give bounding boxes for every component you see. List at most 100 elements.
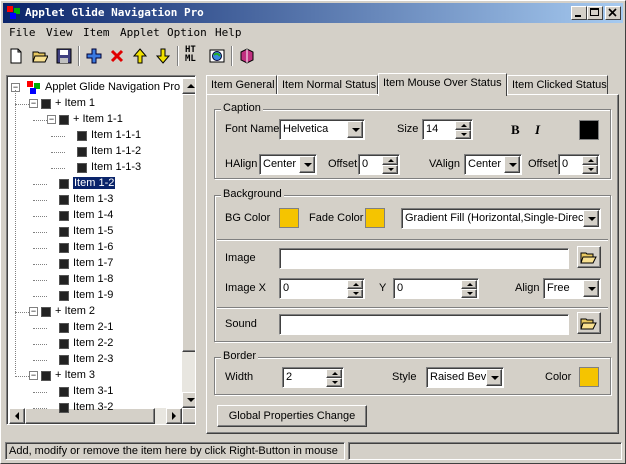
align-select[interactable]: Free [543, 278, 601, 299]
spin-up-button[interactable] [455, 121, 471, 130]
tree-item[interactable]: Item 3-2 [7, 400, 182, 416]
item-node-icon [77, 131, 87, 141]
tab-item-general[interactable]: Item General [206, 75, 277, 95]
size-spinner[interactable]: 14 [422, 119, 473, 140]
browse-sound-button[interactable] [577, 312, 601, 334]
spin-up-button[interactable] [582, 156, 598, 165]
item-node-icon [41, 307, 51, 317]
tree-item[interactable]: − + Item 3 [7, 368, 182, 384]
menu-option[interactable]: Option [167, 26, 207, 39]
collapse-icon[interactable]: − [29, 99, 38, 108]
border-style-dropdown-button[interactable] [486, 369, 502, 386]
spin-up-button[interactable] [347, 280, 363, 289]
scroll-down-button[interactable] [182, 392, 195, 408]
scroll-thumb[interactable] [182, 94, 195, 352]
halign-select[interactable]: Center [259, 154, 317, 175]
collapse-icon[interactable]: − [29, 371, 38, 380]
tree-item[interactable]: Item 1-4 [7, 208, 182, 224]
save-button[interactable] [53, 45, 75, 67]
align-dropdown-button[interactable] [583, 280, 599, 297]
image-path-input[interactable] [279, 248, 569, 269]
border-width-spinner[interactable]: 2 [282, 367, 344, 388]
move-down-button[interactable] [152, 45, 174, 67]
tree-item[interactable]: Item 1-8 [7, 272, 182, 288]
font-name-dropdown-button[interactable] [347, 121, 363, 138]
valign-dropdown-button[interactable] [504, 156, 520, 173]
menu-item[interactable]: Item [83, 26, 110, 39]
minimize-button[interactable] [571, 6, 587, 20]
font-name-select[interactable]: Helvetica [279, 119, 365, 140]
tree-item[interactable]: Item 1-7 [7, 256, 182, 272]
menu-applet[interactable]: Applet [120, 26, 160, 39]
open-button[interactable] [29, 45, 51, 67]
chevron-down-icon [352, 128, 360, 132]
tree-item[interactable]: − + Item 1 [7, 96, 182, 112]
tree-item[interactable]: Item 1-6 [7, 240, 182, 256]
tree-root[interactable]: − Applet Glide Navigation Pro [7, 80, 182, 96]
border-color-swatch[interactable] [579, 367, 599, 387]
menu-help[interactable]: Help [215, 26, 242, 39]
image-y-spinner[interactable]: 0 [393, 278, 479, 299]
tree-vertical-scrollbar[interactable] [182, 78, 195, 408]
maximize-button[interactable] [587, 6, 603, 20]
tab-item-clicked-status[interactable]: Item Clicked Status [507, 75, 608, 95]
browse-image-button[interactable] [577, 246, 601, 268]
tree-item[interactable]: Item 1-1-1 [7, 128, 182, 144]
item-tree[interactable]: − Applet Glide Navigation Pro − + Item 1− + … [6, 75, 196, 425]
valign-select[interactable]: Center [464, 154, 522, 175]
tree-item[interactable]: − + Item 2 [7, 304, 182, 320]
halign-dropdown-button[interactable] [299, 156, 315, 173]
menu-file[interactable]: File [9, 26, 36, 39]
spin-down-button[interactable] [461, 289, 477, 298]
fill-type-dropdown-button[interactable] [583, 210, 599, 227]
tree-item[interactable]: Item 2-3 [7, 352, 182, 368]
spin-up-button[interactable] [326, 369, 342, 378]
tree-item[interactable]: Item 1-1-2 [7, 144, 182, 160]
help-button[interactable] [236, 45, 258, 67]
spin-up-button[interactable] [461, 280, 477, 289]
tree-item[interactable]: Item 1-9 [7, 288, 182, 304]
fill-type-select[interactable]: Gradient Fill (Horizontal,Single-Directi… [401, 208, 601, 229]
bg-color-swatch[interactable] [279, 208, 299, 228]
open-folder-icon [580, 318, 597, 330]
menu-view[interactable]: View [46, 26, 73, 39]
tree-item[interactable]: − + Item 1-1 [7, 112, 182, 128]
spin-down-button[interactable] [326, 378, 342, 387]
close-button[interactable] [605, 6, 621, 20]
bold-toggle[interactable]: B [511, 122, 520, 138]
spin-down-button[interactable] [455, 130, 471, 139]
offset-h-spinner[interactable]: 0 [358, 154, 400, 175]
spin-down-button[interactable] [582, 165, 598, 174]
global-properties-change-button[interactable]: Global Properties Change [217, 405, 367, 427]
tree-item[interactable]: Item 1-3 [7, 192, 182, 208]
tab-item-mouse-over-status[interactable]: Item Mouse Over Status [378, 73, 507, 96]
tree-item[interactable]: Item 2-2 [7, 336, 182, 352]
border-style-select[interactable]: Raised Bev [426, 367, 504, 388]
preview-button[interactable] [206, 45, 228, 67]
spin-up-button[interactable] [382, 156, 398, 165]
spin-down-button[interactable] [347, 289, 363, 298]
halign-label: HAlign [225, 158, 258, 170]
image-x-spinner[interactable]: 0 [279, 278, 365, 299]
offset-v-spinner[interactable]: 0 [558, 154, 600, 175]
tree-item[interactable]: Item 3-1 [7, 384, 182, 400]
tree-item[interactable]: Item 1-1-3 [7, 160, 182, 176]
spin-down-button[interactable] [382, 165, 398, 174]
tab-item-normal-status[interactable]: Item Normal Status [277, 75, 378, 95]
caption-color-swatch[interactable] [579, 120, 599, 140]
collapse-icon[interactable]: − [47, 115, 56, 124]
tree-item[interactable]: Item 2-1 [7, 320, 182, 336]
sound-path-input[interactable] [279, 314, 569, 335]
html-button[interactable]: HT ML [182, 45, 204, 67]
add-item-button[interactable] [83, 45, 105, 67]
collapse-icon[interactable]: − [29, 307, 38, 316]
new-button[interactable] [5, 45, 27, 67]
fade-color-swatch[interactable] [365, 208, 385, 228]
delete-item-button[interactable] [106, 45, 128, 67]
tree-item[interactable]: Item 1-5 [7, 224, 182, 240]
move-up-button[interactable] [129, 45, 151, 67]
scroll-up-button[interactable] [182, 78, 195, 94]
title-bar[interactable]: Applet Glide Navigation Pro [3, 3, 623, 23]
tree-item[interactable]: Item 1-2 [7, 176, 182, 192]
italic-toggle[interactable]: I [535, 122, 540, 138]
